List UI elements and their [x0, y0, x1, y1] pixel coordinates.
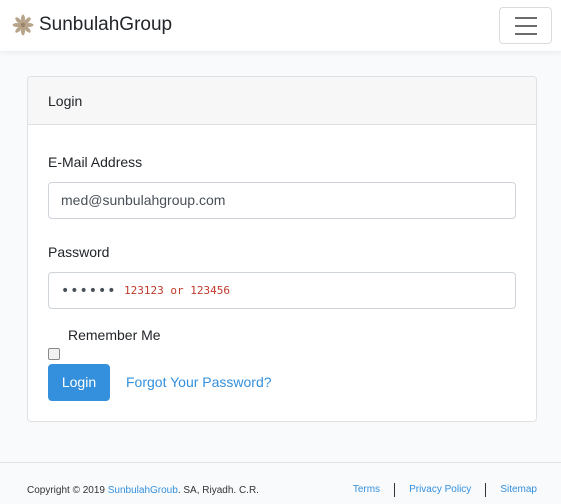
sitemap-link[interactable]: Sitemap: [486, 481, 537, 499]
hamburger-menu-icon: [514, 16, 537, 19]
password-label: Password: [48, 244, 110, 260]
brand-link[interactable]: SunbulahGroup: [12, 13, 172, 37]
terms-link[interactable]: Terms: [339, 481, 394, 499]
forgot-password-link[interactable]: Forgot Your Password?: [126, 364, 272, 401]
top-navbar: SunbulahGroup: [0, 0, 561, 52]
privacy-policy-link[interactable]: Privacy Policy: [395, 481, 485, 499]
brand-name: SunbulahGroup: [39, 14, 173, 35]
email-field[interactable]: med@sunbulahgroup.com: [48, 182, 516, 219]
remember-me-label: Remember Me: [68, 327, 161, 343]
navbar-toggle-button[interactable]: [499, 7, 552, 44]
company-link[interactable]: SunbulahGroub: [108, 485, 178, 496]
remember-me-checkbox[interactable]: [48, 348, 60, 360]
password-value: ••••••: [61, 283, 117, 299]
footer-links: Terms Privacy Policy Sitemap: [339, 481, 537, 499]
login-button[interactable]: Login: [48, 364, 110, 401]
password-hint: 123123 or 123456: [124, 284, 230, 297]
copyright-text: Copyright © 2019 SunbulahGroub. SA, Riya…: [27, 485, 259, 496]
card-title: Login: [28, 77, 536, 125]
email-label: E-Mail Address: [48, 154, 143, 170]
login-card: Login E-Mail Address med@sunbulahgroup.c…: [27, 76, 537, 422]
sunburst-flower-icon: [12, 14, 34, 36]
password-field[interactable]: •••••• 123123 or 123456: [48, 272, 516, 309]
page-footer: Copyright © 2019 SunbulahGroub. SA, Riya…: [0, 462, 561, 504]
